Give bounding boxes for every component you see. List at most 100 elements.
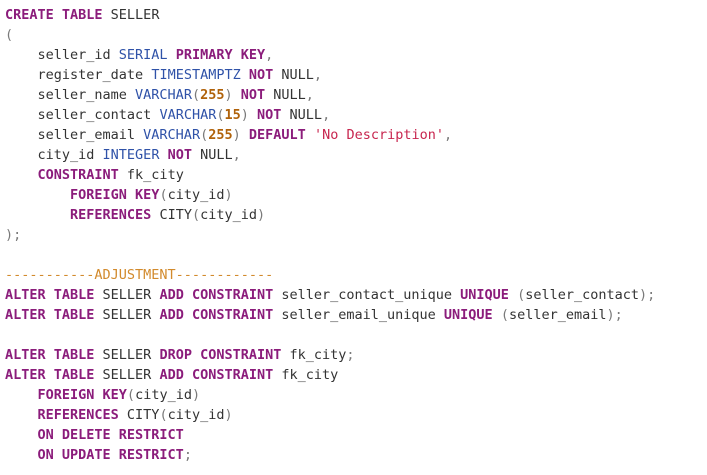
code-line: );: [5, 225, 707, 245]
code-token: UNIQUE: [460, 287, 509, 303]
code-token: city_id: [200, 207, 257, 223]
code-token: ALTER TABLE: [5, 367, 95, 383]
code-token: ): [224, 87, 233, 103]
code-token: ): [224, 187, 233, 203]
code-token: NULL: [281, 107, 323, 123]
code-line: register_date TIMESTAMPTZ NOT NULL,: [5, 65, 707, 85]
code-token: NULL: [265, 87, 306, 103]
code-line: seller_email VARCHAR(255) DEFAULT 'No De…: [5, 125, 707, 145]
code-token: PRIMARY KEY: [175, 47, 266, 63]
code-line: seller_name VARCHAR(255) NOT NULL,: [5, 85, 707, 105]
code-token: seller_contact: [525, 287, 640, 303]
code-line: ON DELETE RESTRICT: [5, 425, 707, 445]
code-line: REFERENCES CITY(city_id): [5, 205, 707, 225]
code-token: ): [240, 107, 249, 123]
code-token: 255: [208, 127, 233, 143]
code-token: CITY: [151, 207, 192, 223]
code-line: CREATE TABLE SELLER: [5, 5, 707, 25]
code-token: ON UPDATE RESTRICT: [37, 447, 184, 463]
code-token: city_id: [5, 147, 103, 163]
code-token: INTEGER: [102, 147, 160, 163]
code-line: FOREIGN KEY(city_id): [5, 185, 707, 205]
code-token: (: [191, 207, 201, 223]
code-token: );: [639, 287, 656, 303]
code-token: VARCHAR: [159, 107, 217, 123]
code-token: TIMESTAMPTZ: [151, 67, 241, 83]
code-token: seller_email: [508, 307, 607, 323]
code-token: 15: [224, 107, 241, 123]
code-line: FOREIGN KEY(city_id): [5, 385, 707, 405]
code-token: );: [606, 307, 623, 323]
code-line: ALTER TABLE SELLER ADD CONSTRAINT fk_cit…: [5, 365, 707, 385]
code-token: ALTER TABLE: [5, 347, 95, 363]
code-token: seller_id: [5, 47, 119, 63]
code-token: REFERENCES: [37, 407, 119, 423]
code-token: ,: [232, 147, 241, 163]
code-token: 255: [200, 87, 225, 103]
code-token: city_id: [135, 387, 192, 403]
code-token: NOT: [240, 87, 266, 103]
code-token: ADD CONSTRAINT: [159, 367, 274, 383]
code-token: register_date: [5, 67, 152, 83]
code-token: (: [500, 307, 509, 323]
code-token: city_id: [167, 187, 225, 203]
code-token: FOREIGN KEY: [70, 187, 160, 203]
code-token: );: [5, 227, 22, 243]
code-token: (: [159, 187, 168, 203]
code-token: ON DELETE RESTRICT: [37, 427, 184, 443]
code-token: ALTER TABLE: [5, 307, 95, 323]
code-token: ,: [322, 107, 331, 123]
code-token: city_id: [167, 407, 225, 423]
code-token: VARCHAR: [143, 127, 201, 143]
code-token: fk_city: [118, 167, 184, 183]
code-token: SELLER: [94, 287, 160, 303]
code-token: ,: [265, 47, 274, 63]
code-line: ​: [5, 245, 707, 265]
code-token: NULL: [273, 67, 314, 83]
code-token: ;: [346, 347, 355, 363]
code-line: ALTER TABLE SELLER DROP CONSTRAINT fk_ci…: [5, 345, 707, 365]
code-token: ): [257, 207, 266, 223]
code-token: DEFAULT: [248, 127, 306, 143]
code-token: seller_email_unique: [273, 307, 444, 323]
code-token: FOREIGN KEY: [37, 387, 127, 403]
code-token: (: [5, 27, 14, 43]
code-token: -----------ADJUSTMENT------------: [5, 267, 274, 283]
code-line: seller_id SERIAL PRIMARY KEY,: [5, 45, 707, 65]
code-line: ALTER TABLE SELLER ADD CONSTRAINT seller…: [5, 285, 707, 305]
code-token: (: [517, 287, 526, 303]
code-token: ,: [305, 87, 314, 103]
code-line: (: [5, 25, 707, 45]
code-token: CONSTRAINT: [37, 167, 119, 183]
code-token: NOT: [248, 67, 274, 83]
code-token: ALTER TABLE: [5, 287, 95, 303]
code-token: ): [224, 407, 233, 423]
code-line: REFERENCES CITY(city_id): [5, 405, 707, 425]
code-token: SERIAL: [118, 47, 168, 63]
code-token: (: [200, 127, 209, 143]
code-token: CREATE TABLE: [5, 7, 103, 23]
code-token: (: [159, 407, 168, 423]
code-line: ON UPDATE RESTRICT;: [5, 445, 707, 465]
code-token: SELLER: [102, 7, 160, 23]
code-token: NOT: [257, 107, 282, 123]
code-token: ): [191, 387, 201, 403]
code-token: (: [191, 87, 201, 103]
code-token: ,: [443, 127, 453, 143]
code-token: ADD CONSTRAINT: [159, 307, 274, 323]
code-token: REFERENCES: [70, 207, 152, 223]
code-token: seller_contact_unique: [273, 287, 461, 303]
code-token: fk_city: [273, 367, 339, 383]
code-editor[interactable]: CREATE TABLE SELLER ( seller_id SERIAL PR…: [0, 0, 707, 475]
